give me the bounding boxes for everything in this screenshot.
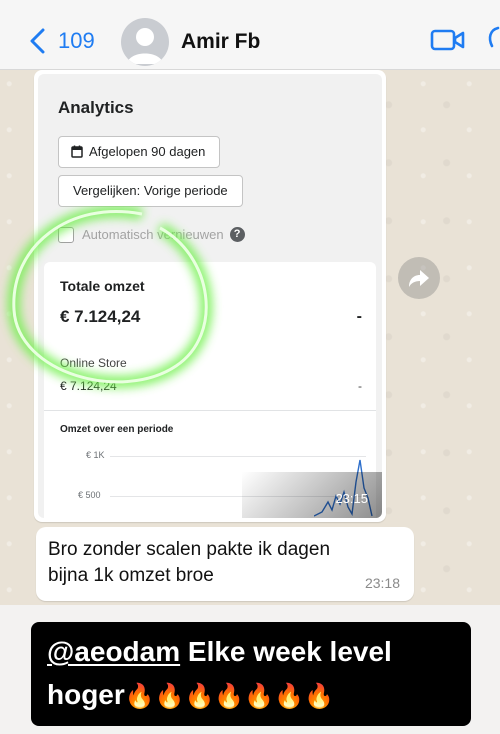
total-sales-change: -: [356, 308, 362, 325]
date-range-button: Afgelopen 90 dagen: [58, 136, 221, 168]
calendar-icon: [71, 145, 83, 158]
back-chevron-icon[interactable]: [28, 28, 48, 54]
message-text: Bro zonder scalen pakte ik dagen bijna 1…: [48, 539, 331, 586]
sales-over-time-label: Omzet over een periode: [60, 424, 174, 435]
video-call-icon[interactable]: [430, 27, 466, 53]
caption-line2: hoger🔥🔥🔥🔥🔥🔥🔥: [47, 673, 459, 718]
chat-header: 109 Amir Fb: [0, 0, 500, 70]
phone-icon[interactable]: [486, 24, 500, 54]
image-message[interactable]: Analytics Afgelopen 90 dagen Vergelijken…: [34, 70, 386, 522]
auto-refresh-row: Automatisch vernieuwen?: [58, 226, 245, 246]
axis-tick-500: € 500: [78, 490, 101, 500]
analytics-title: Analytics: [58, 98, 134, 117]
forward-button[interactable]: [398, 257, 440, 299]
auto-refresh-label: Automatisch vernieuwen: [82, 227, 224, 243]
fire-emojis: 🔥🔥🔥🔥🔥🔥🔥: [124, 683, 334, 710]
analytics-screenshot[interactable]: Analytics Afgelopen 90 dagen Vergelijken…: [38, 74, 382, 518]
total-sales-label: Totale omzet: [60, 278, 145, 294]
contact-name[interactable]: Amir Fb: [181, 30, 260, 54]
story-caption-area: @aeodam Elke week level hoger🔥🔥🔥🔥🔥🔥🔥: [0, 605, 500, 734]
card-divider: [44, 410, 376, 411]
online-store-change: -: [358, 379, 362, 393]
online-store-value: € 7.124,24: [60, 379, 117, 393]
compare-button: Vergelijken: Vorige periode: [58, 175, 243, 207]
chat-area: Analytics Afgelopen 90 dagen Vergelijken…: [0, 70, 500, 605]
forward-icon: [409, 270, 429, 287]
back-count[interactable]: 109: [58, 28, 95, 54]
image-time: 23:15: [335, 491, 368, 506]
auto-refresh-checkbox: [58, 226, 74, 243]
date-range-label: Afgelopen 90 dagen: [89, 144, 206, 159]
text-message[interactable]: Bro zonder scalen pakte ik dagen bijna 1…: [36, 527, 414, 601]
mention-link[interactable]: @aeodam: [47, 636, 180, 667]
help-icon: ?: [229, 227, 245, 243]
message-time: 23:18: [364, 575, 400, 591]
caption-text-line2: hoger: [47, 679, 125, 710]
avatar[interactable]: [121, 18, 169, 66]
online-store-label: Online Store: [60, 356, 127, 370]
story-caption: @aeodam Elke week level hoger🔥🔥🔥🔥🔥🔥🔥: [31, 622, 471, 726]
total-sales-value: € 7.124,24: [60, 307, 141, 326]
caption-text-line1: Elke week level: [180, 636, 392, 667]
avatar-icon: [127, 28, 163, 64]
axis-tick-1k: € 1K: [86, 450, 105, 460]
